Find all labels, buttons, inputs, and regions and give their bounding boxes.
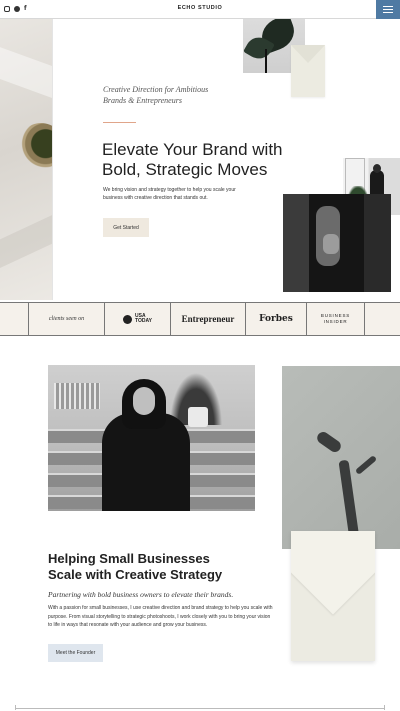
envelope-large-image (291, 531, 375, 661)
about-description: With a passion for small businesses, I u… (48, 605, 273, 628)
get-started-button[interactable]: Get Started (103, 218, 149, 237)
section-divider (15, 705, 385, 710)
hamburger-icon (383, 6, 393, 7)
bedsheet-cup-photo (0, 19, 52, 300)
hands-ring-photo (283, 194, 391, 292)
hero-tagline: Creative Direction for Ambitious Brands … (103, 85, 209, 105)
accent-rule (103, 122, 136, 123)
about-title: Helping Small Businesses Scale with Crea… (48, 551, 223, 582)
hero-title: Elevate Your Brand with Bold, Strategic … (102, 140, 283, 179)
meet-the-founder-button[interactable]: Meet the Founder (48, 644, 103, 662)
site-header: f ECHO STUDIO (0, 0, 400, 19)
hand-shadow-photo (282, 366, 400, 549)
forbes-logo: Forbes (246, 303, 307, 335)
envelope-image (291, 45, 325, 97)
usa-today-dot-icon (123, 314, 133, 324)
clients-seen-on-label: clients seen on (28, 303, 105, 335)
usa-today-logo: USA TODAY (105, 303, 171, 335)
hero-divider (52, 19, 53, 300)
founder-photo (48, 365, 255, 511)
entrepreneur-logo: Entrepreneur (171, 303, 246, 335)
about-subtitle: Partnering with bold business owners to … (48, 590, 234, 599)
menu-button[interactable] (376, 0, 400, 19)
matcha-cup (18, 123, 52, 169)
hero-description: We bring vision and strategy together to… (103, 187, 236, 201)
press-logos-strip: clients seen on USA TODAY Entrepreneur Fo… (0, 302, 400, 336)
business-insider-logo: BUSINESS INSIDER (307, 303, 365, 335)
site-logo[interactable]: ECHO STUDIO (0, 5, 400, 11)
